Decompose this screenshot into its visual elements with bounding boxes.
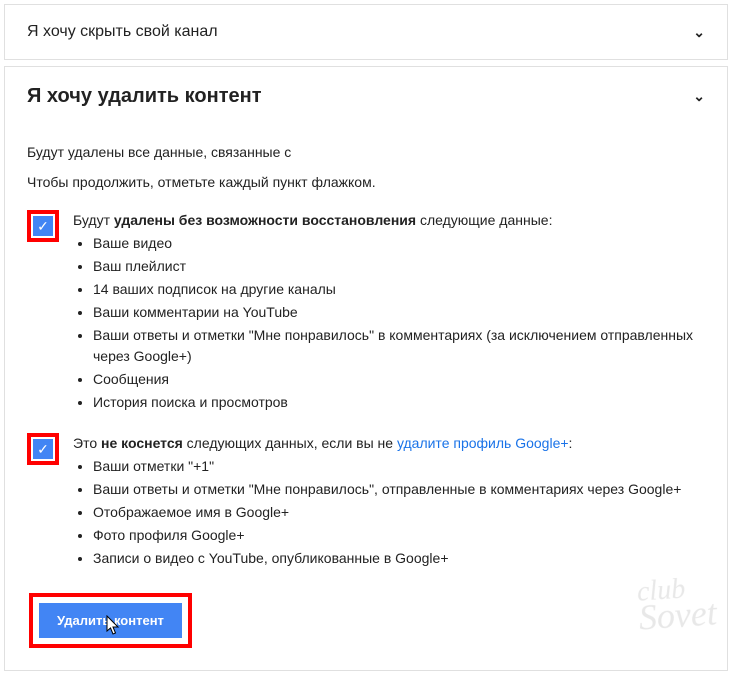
panel-delete-content: Я хочу удалить контент ⌄ Будут удалены в… — [4, 66, 728, 671]
panel-hide-title: Я хочу скрыть свой канал — [27, 23, 218, 41]
confirm-block-1-content: Будут удалены без возможности восстановл… — [73, 210, 705, 415]
panel-delete-body: Будут удалены все данные, связанные с Чт… — [5, 144, 727, 670]
list-item: Ваши отметки "+1" — [93, 456, 705, 477]
intro-text-1: Будут удалены все данные, связанные с — [27, 144, 705, 160]
block1-suffix: следующие данные: — [416, 212, 552, 228]
list-item: Ваше видео — [93, 233, 705, 254]
checkbox-2-highlight: ✓ — [27, 433, 59, 465]
checkbox-2[interactable]: ✓ — [33, 439, 53, 459]
checkmark-icon: ✓ — [37, 218, 49, 235]
panel-delete-header[interactable]: Я хочу удалить контент ⌄ — [5, 67, 727, 126]
list-item: Фото профиля Google+ — [93, 525, 705, 546]
list-item: Ваши комментарии на YouTube — [93, 302, 705, 323]
block2-bold: не коснется — [101, 435, 183, 451]
confirm-block-1: ✓ Будут удалены без возможности восстано… — [27, 210, 705, 415]
confirm-block-2-content: Это не коснется следующих данных, если в… — [73, 433, 705, 571]
block1-prefix: Будут — [73, 212, 114, 228]
list-item: 14 ваших подписок на другие каналы — [93, 279, 705, 300]
delete-content-button[interactable]: Удалить контент — [39, 603, 182, 638]
list-item: Отображаемое имя в Google+ — [93, 502, 705, 523]
checkmark-icon: ✓ — [37, 441, 49, 458]
block1-bold: удалены без возможности восстановления — [114, 212, 416, 228]
list-item: Сообщения — [93, 369, 705, 390]
checkbox-1-highlight: ✓ — [27, 210, 59, 242]
checkbox-1[interactable]: ✓ — [33, 216, 53, 236]
panel-hide-header[interactable]: Я хочу скрыть свой канал ⌄ — [5, 5, 727, 59]
chevron-down-icon: ⌄ — [693, 24, 705, 41]
block2-suffix: следующих данных, если вы не — [183, 435, 397, 451]
panel-hide-channel: Я хочу скрыть свой канал ⌄ — [4, 4, 728, 60]
list-item: Записи о видео с YouTube, опубликованные… — [93, 548, 705, 569]
block2-tail: : — [569, 435, 573, 451]
block1-list: Ваше видео Ваш плейлист 14 ваших подписо… — [93, 233, 705, 413]
panel-delete-title: Я хочу удалить контент — [27, 85, 262, 108]
chevron-down-icon: ⌄ — [693, 88, 705, 105]
delete-button-highlight: Удалить контент — [29, 593, 192, 648]
block2-list: Ваши отметки "+1" Ваши ответы и отметки … — [93, 456, 705, 569]
block2-prefix: Это — [73, 435, 101, 451]
list-item: Ваши ответы и отметки "Мне понравилось" … — [93, 325, 705, 367]
list-item: Ваш плейлист — [93, 256, 705, 277]
list-item: Ваши ответы и отметки "Мне понравилось",… — [93, 479, 705, 500]
confirm-block-2: ✓ Это не коснется следующих данных, если… — [27, 433, 705, 571]
list-item: История поиска и просмотров — [93, 392, 705, 413]
intro-text-2: Чтобы продолжить, отметьте каждый пункт … — [27, 174, 705, 190]
delete-google-plus-link[interactable]: удалите профиль Google+ — [397, 435, 569, 451]
